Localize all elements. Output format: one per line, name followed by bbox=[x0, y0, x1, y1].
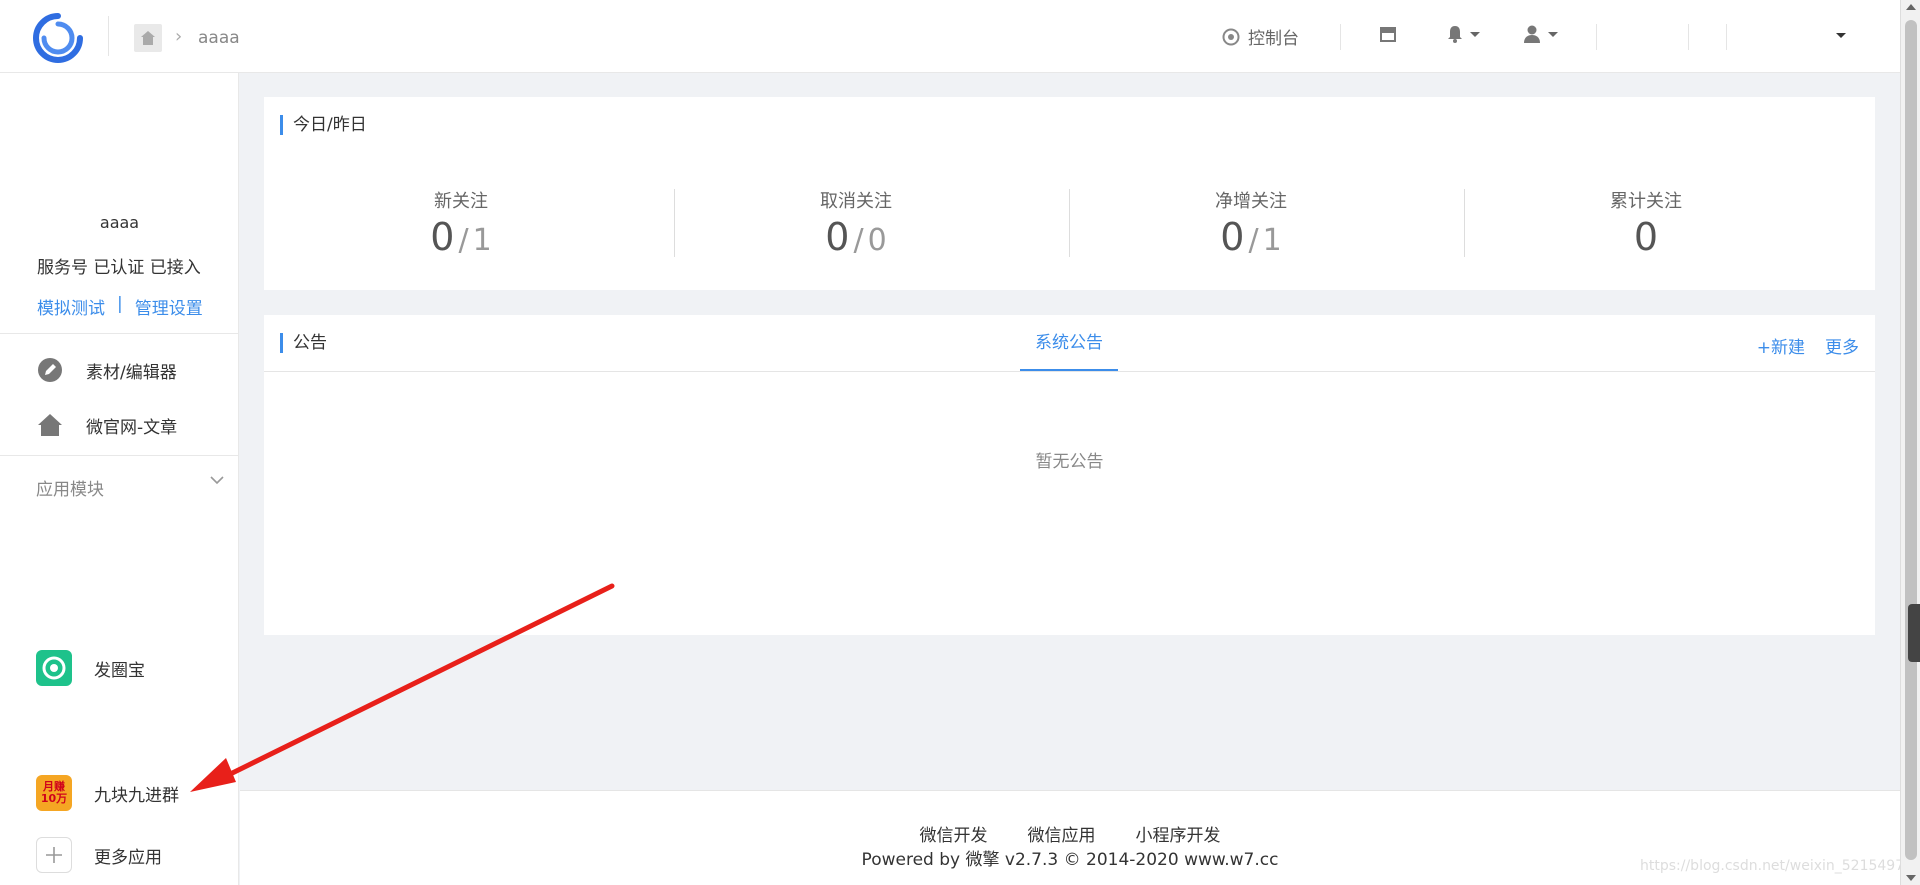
home-button[interactable] bbox=[134, 24, 162, 52]
simulate-test-link[interactable]: 模拟测试 bbox=[37, 294, 105, 319]
fanquanbao-icon bbox=[36, 650, 72, 686]
stats-card-title: 今日/昨日 bbox=[280, 115, 367, 135]
plus-icon bbox=[36, 837, 72, 873]
notice-actions: +新建 更多 bbox=[1757, 333, 1859, 358]
sidebar: aaaa 服务号 已认证 已接入 模拟测试 | 管理设置 素材/编辑器 微官网-… bbox=[0, 73, 239, 885]
scroll-up-arrow-icon[interactable] bbox=[1906, 4, 1916, 10]
chevron-down-icon bbox=[1836, 33, 1846, 38]
stat-value: 0/1 bbox=[1220, 215, 1282, 259]
scrollbar-thumb[interactable] bbox=[1905, 20, 1917, 860]
sidebar-divider bbox=[0, 333, 239, 334]
console-link[interactable]: 控制台 bbox=[1222, 24, 1299, 49]
notification-button[interactable] bbox=[1446, 24, 1480, 44]
account-status: 服务号 已认证 已接入 bbox=[37, 258, 201, 278]
jiukuai-icon: 月赚10万 bbox=[36, 775, 72, 811]
app-modules-title: 应用模块 bbox=[36, 480, 104, 500]
stat-value: 0/1 bbox=[430, 215, 492, 259]
home-icon bbox=[36, 411, 64, 439]
stat-today: 0 bbox=[1633, 215, 1659, 259]
side-widget-handle[interactable] bbox=[1908, 604, 1920, 662]
stat-total-follow: 累计关注 0 bbox=[1449, 187, 1843, 259]
sidebar-app-more[interactable]: 更多应用 bbox=[36, 837, 162, 873]
watermark: https://blog.csdn.net/weixin_52154974 bbox=[1640, 858, 1914, 874]
header-separator bbox=[1726, 24, 1727, 50]
header-separator bbox=[1340, 24, 1341, 50]
stat-label: 取消关注 bbox=[820, 191, 892, 212]
stat-new-follow: 新关注 0/1 bbox=[264, 187, 658, 259]
stat-label: 新关注 bbox=[434, 191, 488, 212]
stat-yesterday: 0 bbox=[867, 223, 887, 258]
notice-card: 公告 系统公告 +新建 更多 暂无公告 bbox=[264, 315, 1875, 635]
sidebar-item-label: 发圈宝 bbox=[94, 660, 145, 681]
breadcrumb-separator: › bbox=[175, 26, 183, 47]
logo-icon[interactable] bbox=[32, 12, 84, 64]
sidebar-item-label: 素材/编辑器 bbox=[86, 362, 177, 383]
sidebar-item-label: 九块九进群 bbox=[94, 785, 179, 806]
chevron-down-icon[interactable] bbox=[210, 473, 224, 487]
stat-value: 0 bbox=[1449, 215, 1843, 259]
stat-value: 0/0 bbox=[825, 215, 887, 259]
sidebar-app-jiukuai[interactable]: 月赚10万 九块九进群 bbox=[36, 775, 179, 811]
notice-divider bbox=[264, 371, 1875, 372]
header-divider bbox=[108, 16, 109, 56]
footer-links: 微信开发 微信应用 小程序开发 bbox=[240, 821, 1900, 846]
store-button[interactable] bbox=[1378, 24, 1398, 44]
home-icon bbox=[141, 31, 155, 45]
account-name: aaaa bbox=[99, 213, 140, 232]
stats-card: 今日/昨日 新关注 0/1 取消关注 0/0 净增关注 0/1 累计关注 0 bbox=[264, 97, 1875, 290]
footer-link[interactable]: 微信开发 bbox=[920, 821, 988, 846]
chevron-down-icon bbox=[1470, 31, 1480, 37]
chevron-down-icon bbox=[1548, 31, 1558, 37]
sidebar-item-label: 微官网-文章 bbox=[86, 417, 178, 438]
sidebar-item-microsite-article[interactable]: 微官网-文章 bbox=[36, 411, 177, 439]
header-separator bbox=[1688, 24, 1689, 50]
stat-label: 累计关注 bbox=[1610, 191, 1682, 212]
new-notice-link[interactable]: +新建 bbox=[1757, 333, 1805, 358]
bell-icon bbox=[1448, 26, 1462, 43]
link-separator: | bbox=[117, 294, 123, 314]
user-icon bbox=[1524, 25, 1540, 43]
console-label: 控制台 bbox=[1248, 29, 1299, 49]
sidebar-divider bbox=[0, 455, 239, 456]
sidebar-item-material-editor[interactable]: 素材/编辑器 bbox=[36, 356, 177, 384]
page-scrollbar[interactable] bbox=[1900, 0, 1920, 885]
tab-system-notice[interactable]: 系统公告 bbox=[1020, 315, 1118, 371]
stat-today: 0 bbox=[1220, 215, 1245, 259]
stat-today: 0 bbox=[825, 215, 850, 259]
stat-yesterday: 1 bbox=[1262, 223, 1282, 258]
top-bar: › aaaa 控制台 bbox=[0, 0, 1900, 73]
stat-unfollow: 取消关注 0/0 bbox=[659, 187, 1053, 259]
sidebar-app-fanquanbao[interactable]: 发圈宝 bbox=[36, 650, 145, 686]
stat-label: 净增关注 bbox=[1215, 191, 1287, 212]
more-notice-link[interactable]: 更多 bbox=[1825, 333, 1859, 358]
breadcrumb[interactable]: aaaa bbox=[198, 28, 240, 48]
notice-card-title: 公告 bbox=[280, 333, 327, 353]
footer-link[interactable]: 小程序开发 bbox=[1136, 821, 1221, 846]
console-icon bbox=[1222, 28, 1240, 45]
footer-link[interactable]: 微信应用 bbox=[1028, 821, 1096, 846]
header-separator bbox=[1596, 24, 1597, 50]
empty-notice-text: 暂无公告 bbox=[1035, 452, 1104, 472]
sidebar-item-label: 更多应用 bbox=[94, 847, 162, 868]
stat-today: 0 bbox=[430, 215, 455, 259]
stat-yesterday: 1 bbox=[472, 223, 492, 258]
stat-net-follow: 净增关注 0/1 bbox=[1054, 187, 1448, 259]
app-badge: 月赚10万 bbox=[40, 780, 68, 805]
dropdown-toggle[interactable] bbox=[1836, 33, 1846, 38]
account-links: 模拟测试 | 管理设置 bbox=[37, 294, 203, 319]
user-menu-button[interactable] bbox=[1522, 24, 1558, 44]
scroll-down-arrow-icon[interactable] bbox=[1906, 875, 1916, 881]
store-icon bbox=[1380, 27, 1396, 42]
manage-settings-link[interactable]: 管理设置 bbox=[135, 294, 203, 319]
pencil-icon bbox=[36, 356, 64, 384]
